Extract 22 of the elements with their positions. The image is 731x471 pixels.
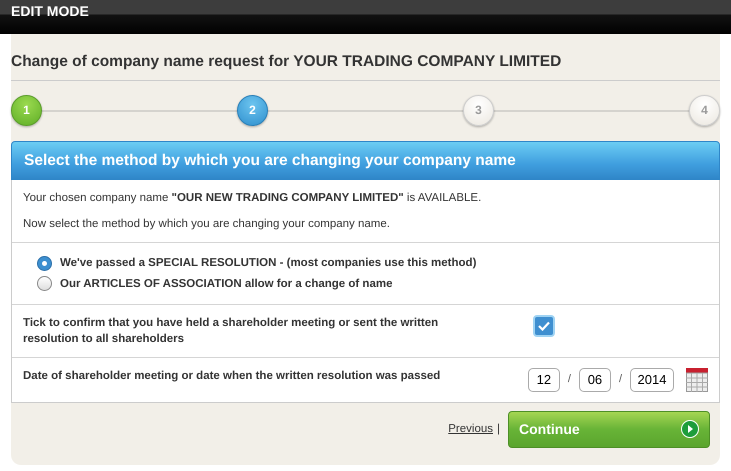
page-title: Change of company name request for YOUR TRADING COMPANY LIMITED [11,53,720,81]
calendar-icon[interactable] [686,368,708,392]
previous-link[interactable]: Previous [448,421,493,438]
panel-heading: Select the method by which you are changing your company name [11,140,720,180]
month-field[interactable]: 06 [578,368,611,392]
radio-label[interactable]: Our ARTICLES OF ASSOCIATION allow for a change of name [60,276,392,292]
checkbox[interactable] [533,314,555,337]
checkmark-icon [538,320,550,331]
day-field[interactable]: 12 [528,368,560,392]
radio-button[interactable] [37,256,52,272]
link-divider: | [497,422,500,438]
date-separator: / [618,372,622,388]
year-field[interactable]: 2014 [630,368,674,392]
date-label: Date of shareholder meeting or date when the written resolution was passed [23,368,442,384]
message-text: Your chosen company name "OUR NEW TRADING COMPANY LIMITED" is AVAILABLE. [23,191,482,206]
confirm-label: Tick to confirm that you have held a shareholder meeting or sent the written resolution to all shareholders [23,316,440,347]
play-icon [681,420,699,438]
radio-label[interactable]: We've passed a SPECIAL RESOLUTION - (most companies use this method) [60,255,476,272]
radio-button[interactable] [37,276,52,292]
date-separator: / [568,372,571,388]
message-text: Now select the method by which you are changing your company name. [23,217,391,232]
edit-mode-title: EDIT MODE [11,3,89,19]
